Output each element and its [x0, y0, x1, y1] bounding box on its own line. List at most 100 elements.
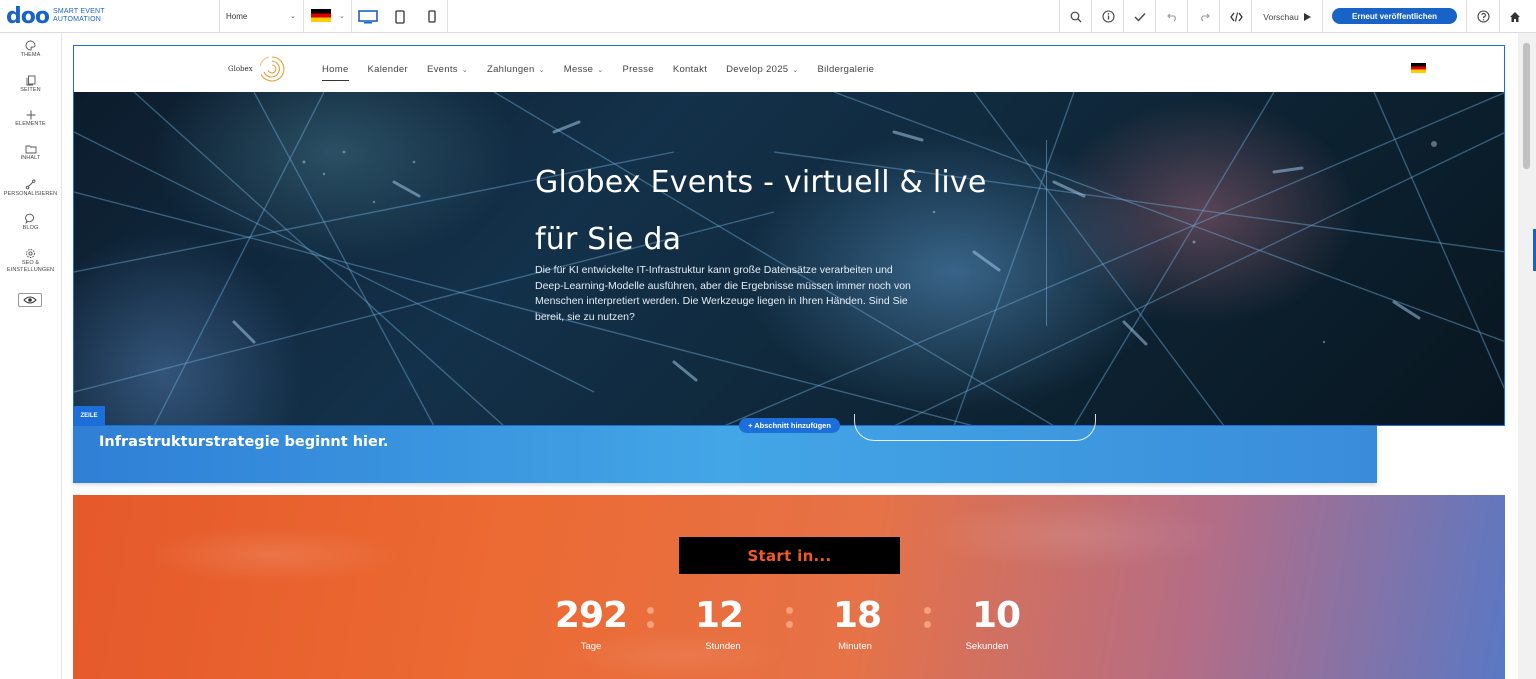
- sidebar-label: BLOG: [22, 225, 39, 231]
- nav-item-events[interactable]: Events ⌄: [427, 64, 468, 75]
- sidebar-label: INHALT: [20, 155, 41, 161]
- undo-icon: [1166, 13, 1176, 21]
- flag-de-icon: [311, 9, 331, 22]
- tablet-icon: [395, 9, 405, 24]
- logo-tagline: SMART EVENT AUTOMATION: [53, 8, 105, 24]
- nav-label: Bildergalerie: [817, 64, 875, 75]
- hero-text[interactable]: Die für KI entwickelte IT-Infrastruktur …: [535, 263, 915, 325]
- check-icon: [1134, 12, 1146, 22]
- help-button[interactable]: [1467, 0, 1499, 33]
- divider: [1322, 0, 1323, 33]
- preview-label: Vorschau: [1263, 11, 1299, 22]
- nav-label: Events: [426, 64, 458, 75]
- search-icon: [1070, 11, 1082, 22]
- nav-item-bildergalerie[interactable]: Bildergalerie: [818, 64, 875, 75]
- search-button[interactable]: [1060, 0, 1092, 33]
- chevron-down-icon: ⌄: [597, 67, 604, 74]
- countdown-minutes-value: 18: [832, 595, 882, 636]
- play-icon: [1303, 12, 1311, 21]
- check-button[interactable]: [1124, 0, 1156, 33]
- desktop-view-button[interactable]: [352, 0, 384, 33]
- nav-item-kalender[interactable]: Kalender: [368, 64, 408, 75]
- page-select-value: Home: [226, 12, 248, 21]
- countdown-seconds-label: Sekunden: [965, 641, 1009, 652]
- site-nav: Home Kalender Events ⌄ Zahlungen ⌄ Messe ⌄ …: [322, 46, 893, 93]
- plus-icon: [26, 110, 35, 120]
- editor-sidebar: THEMA SEITEN ELEMENTE INHALT PERSONALISI…: [0, 33, 62, 679]
- hero-title[interactable]: Globex Events - virtuell & live für Sie …: [535, 154, 1055, 268]
- sidebar-item-blog[interactable]: BLOG: [0, 213, 61, 232]
- nav-label: Home: [322, 64, 349, 75]
- hero-title-line: Globex Events - virtuell & live: [535, 165, 987, 200]
- row-badge[interactable]: ZEILE: [73, 406, 105, 426]
- chevron-down-icon: ⌄: [461, 67, 468, 74]
- nav-item-kontakt[interactable]: Kontakt: [673, 64, 707, 75]
- tablet-view-button[interactable]: [384, 0, 416, 33]
- page-select[interactable]: Home ⌄: [220, 0, 304, 33]
- add-section-button[interactable]: + Abschnitt hinzufügen: [739, 418, 840, 433]
- cta-band-text: Infrastrukturstrategie beginnt hier.: [99, 434, 389, 450]
- monitor-icon: [358, 9, 378, 23]
- folder-icon: [25, 145, 36, 154]
- hero-section[interactable]: Globex Events - virtuell & live für Sie …: [73, 92, 1505, 426]
- canvas-scrollbar[interactable]: [1518, 33, 1536, 679]
- sidebar-item-inhalt[interactable]: INHALT: [0, 144, 61, 162]
- redo-button[interactable]: [1188, 0, 1220, 33]
- sidebar-label: ELEMENTE: [15, 121, 46, 127]
- nav-label: Kontakt: [672, 64, 708, 75]
- visibility-toggle[interactable]: [18, 293, 42, 307]
- chevron-down-icon: ⌄: [339, 13, 345, 20]
- site-logo-text: Globex: [228, 65, 253, 73]
- doo-logo[interactable]: doo SMART EVENT AUTOMATION: [6, 3, 105, 29]
- scroll-thumb[interactable]: [1523, 43, 1530, 169]
- countdown-minutes-label: Minuten: [838, 641, 872, 652]
- home-icon: [1510, 11, 1520, 22]
- countdown-section[interactable]: Start in... 292 Tage 12 Stunden 18 Minut…: [73, 495, 1505, 679]
- editor-toolbar: doo SMART EVENT AUTOMATION Home ⌄ ⌄ Vors…: [0, 0, 1536, 33]
- nav-item-zahlungen[interactable]: Zahlungen ⌄: [487, 64, 545, 75]
- eye-icon: [23, 296, 37, 304]
- sidebar-label: THEMA: [20, 52, 41, 58]
- nav-item-develop[interactable]: Develop 2025 ⌄: [726, 64, 798, 75]
- nav-item-presse[interactable]: Presse: [622, 64, 653, 75]
- chat-icon: [25, 213, 34, 224]
- sidebar-item-seo[interactable]: SEO & EINSTELLUNGEN: [0, 248, 61, 273]
- chevron-down-icon: ⌄: [290, 13, 296, 20]
- preview-button[interactable]: Vorschau: [1252, 0, 1322, 33]
- site-header: Globex Home Kalender Events ⌄ Zahlungen ⌄ …: [73, 45, 1505, 92]
- nav-label: Develop 2025: [726, 64, 789, 75]
- countdown-seconds-value: 10: [971, 595, 1021, 636]
- help-icon: [1476, 10, 1490, 23]
- info-icon: [1101, 10, 1115, 23]
- divider: [447, 0, 448, 33]
- redo-icon: [1200, 13, 1210, 21]
- sky-texture-background: [73, 495, 1505, 679]
- logo-word: doo: [6, 3, 50, 29]
- language-select[interactable]: ⌄: [304, 0, 350, 33]
- sidebar-item-elemente[interactable]: ELEMENTE: [0, 110, 61, 128]
- cta-outline-button[interactable]: [854, 414, 1096, 441]
- publish-button[interactable]: Erneut veröffentlichen: [1332, 8, 1457, 24]
- nav-item-messe[interactable]: Messe ⌄: [564, 64, 604, 75]
- info-button[interactable]: [1092, 0, 1124, 33]
- code-button[interactable]: [1220, 0, 1252, 33]
- editor-canvas: Globex Home Kalender Events ⌄ Zahlungen ⌄ …: [62, 33, 1536, 679]
- sidebar-item-personalisieren[interactable]: PERSONALISIEREN: [0, 179, 61, 198]
- nav-label: Kalender: [367, 64, 408, 75]
- undo-button[interactable]: [1156, 0, 1188, 33]
- sidebar-item-thema[interactable]: THEMA: [0, 40, 61, 59]
- nav-label: Zahlungen: [487, 64, 535, 75]
- sidebar-item-seiten[interactable]: SEITEN: [0, 75, 61, 94]
- nav-item-home[interactable]: Home: [322, 64, 349, 81]
- countdown-hours-value: 12: [694, 595, 744, 636]
- cta-band[interactable]: Infrastrukturstrategie beginnt hier.: [73, 414, 1377, 483]
- logo-tagline-1: SMART EVENT: [52, 8, 105, 15]
- home-button[interactable]: [1500, 0, 1530, 33]
- flag-de-icon[interactable]: [1411, 63, 1426, 73]
- chevron-down-icon: ⌄: [538, 67, 545, 74]
- site-logo[interactable]: Globex: [228, 54, 290, 84]
- nav-label: Presse: [622, 64, 654, 75]
- gear-icon: [26, 249, 35, 258]
- code-icon: [1229, 11, 1243, 22]
- phone-view-button[interactable]: [416, 0, 448, 33]
